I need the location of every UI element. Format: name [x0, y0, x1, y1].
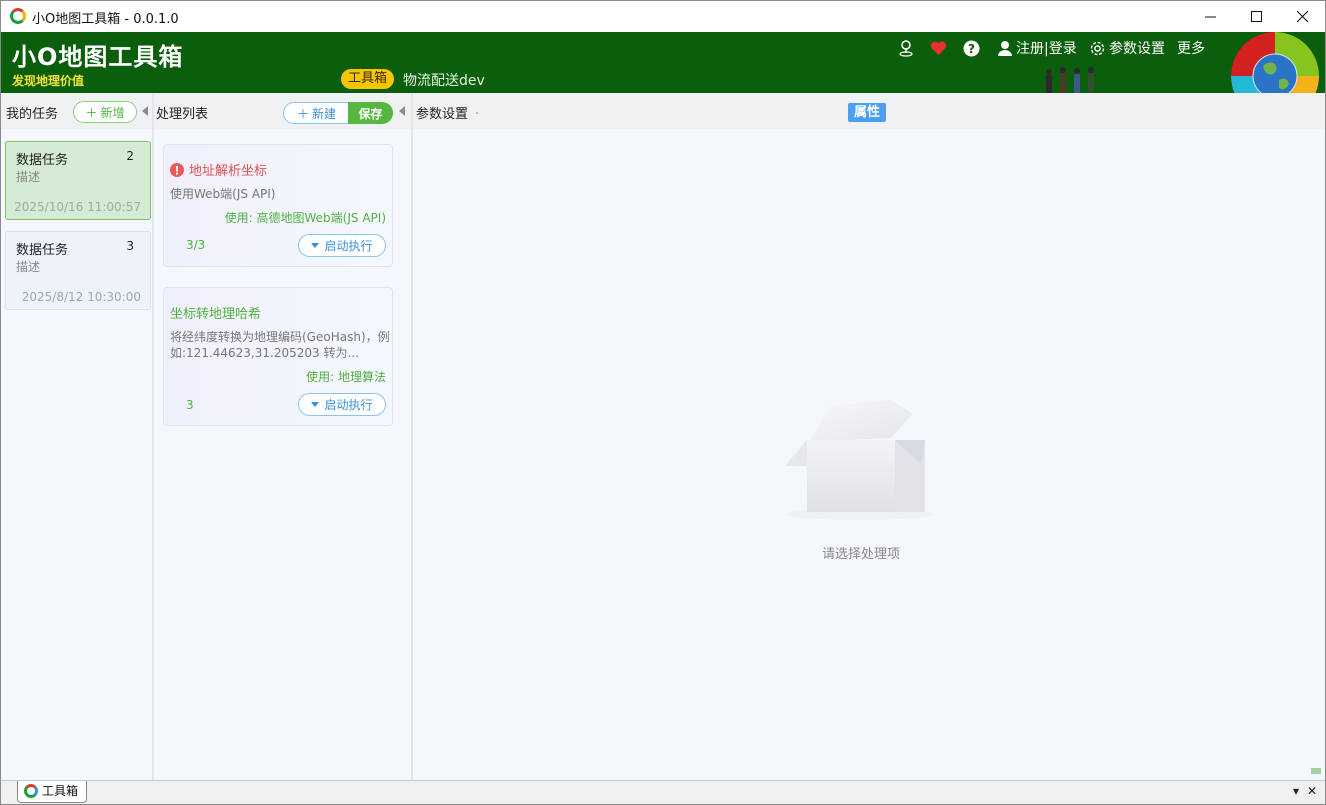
app-logo-icon — [10, 8, 26, 24]
app-slogan: 发现地理价值 — [12, 74, 85, 88]
save-button[interactable]: 保存 — [348, 102, 393, 124]
process-count: 3 — [186, 398, 194, 412]
login-button[interactable]: 注册|登录 — [997, 37, 1077, 59]
favorite-button[interactable] — [930, 37, 947, 59]
task-desc: 描述 — [16, 170, 41, 184]
process-panel-title: 处理列表 — [156, 107, 209, 122]
settings-label: 参数设置 — [1109, 41, 1165, 57]
empty-box-icon — [785, 400, 933, 520]
app-name: 小O地图工具箱 — [12, 43, 184, 71]
collapse-tasks-icon[interactable] — [142, 106, 148, 116]
title-bar: 小O地图工具箱 - 0.0.1.0 — [1, 1, 1325, 32]
status-indicator — [1311, 768, 1321, 774]
tasks-toolbar: 我的任务 ＋新增 — [1, 93, 153, 129]
tab-list-dropdown-icon[interactable]: ▾ — [1293, 784, 1299, 798]
add-task-label: 新增 — [100, 105, 125, 120]
process-toolbar: 处理列表 ＋新建 保存 — [154, 93, 412, 129]
globe-logo-icon — [1231, 32, 1319, 93]
dropdown-arrow-icon — [311, 243, 320, 248]
people-illustration-icon — [1046, 67, 1094, 93]
task-date: 2025/10/16 11:00:57 — [14, 200, 141, 214]
close-tab-icon[interactable]: ✕ — [1307, 784, 1317, 798]
collapse-process-icon[interactable] — [399, 106, 405, 116]
params-panel-title: 参数设置 — [416, 107, 469, 122]
process-title: 坐标转地理哈希 — [170, 303, 261, 322]
task-desc: 描述 — [16, 260, 41, 274]
gear-icon — [1090, 41, 1105, 55]
process-count: 3/3 — [186, 238, 206, 252]
process-card-1[interactable]: 地址解析坐标 使用Web端(JS API) 使用: 高德地图Web端(JS AP… — [163, 144, 393, 267]
settings-button[interactable]: 参数设置 — [1089, 37, 1165, 59]
location-pin-icon — [899, 40, 913, 57]
app-window: 小O地图工具箱 - 0.0.1.0 小O地图工具箱 发现地理价值 工具箱 物流配… — [0, 0, 1326, 805]
minimize-button[interactable] — [1187, 1, 1233, 32]
task-date: 2025/8/12 10:30:00 — [21, 290, 141, 304]
minimize-icon — [1204, 16, 1216, 18]
tab-toolbox[interactable]: 工具箱 — [17, 781, 88, 803]
close-icon — [1296, 11, 1308, 22]
more-button[interactable]: 更多 — [1177, 37, 1205, 59]
params-panel — [413, 129, 1325, 780]
task-count: 2 — [126, 149, 134, 163]
user-icon — [998, 41, 1012, 56]
task-title: 数据任务 — [16, 243, 69, 258]
tasks-list: 数据任务 2 描述 2025/10/16 11:00:57 数据任务 3 描述 … — [1, 129, 152, 780]
location-button[interactable] — [898, 37, 914, 59]
task-title: 数据任务 — [16, 153, 69, 168]
process-title: 地址解析坐标 — [170, 160, 267, 179]
properties-tab[interactable]: 属性 — [848, 103, 887, 122]
window-title: 小O地图工具箱 - 0.0.1.0 — [32, 12, 179, 27]
maximize-icon — [1250, 11, 1262, 22]
dropdown-arrow-icon — [311, 402, 320, 407]
error-icon — [170, 162, 184, 177]
tasks-panel-title: 我的任务 — [6, 107, 59, 122]
process-title-text: 地址解析坐标 — [189, 164, 268, 179]
maximize-button[interactable] — [1233, 1, 1279, 32]
toolbox-tab-icon — [24, 784, 38, 798]
svg-text:?: ? — [968, 42, 975, 56]
bottom-tab-bar: 工具箱 ▾ ✕ — [1, 780, 1325, 804]
task-item-1[interactable]: 数据任务 2 描述 2025/10/16 11:00:57 — [5, 141, 151, 220]
add-task-button[interactable]: ＋新增 — [73, 101, 137, 123]
plus-icon: ＋ — [296, 106, 309, 121]
tab-toolbox-label: 工具箱 — [42, 784, 79, 798]
help-button[interactable]: ? — [963, 37, 980, 59]
app-header: 小O地图工具箱 发现地理价值 工具箱 物流配送dev ? 注册|登录 参数设置 … — [1, 32, 1325, 93]
current-module-tag[interactable]: 工具箱 — [341, 69, 395, 89]
process-uses: 使用: 高德地图Web端(JS API) — [224, 211, 386, 225]
help-icon: ? — [963, 40, 980, 56]
run-button[interactable]: 启动执行 — [298, 234, 386, 257]
project-name[interactable]: 物流配送dev — [403, 70, 485, 90]
plus-icon: ＋ — [85, 105, 98, 120]
process-desc: 将经纬度转换为地理编码(GeoHash)，例如:121.44623,31.205… — [170, 330, 390, 360]
process-title-text: 坐标转地理哈希 — [170, 307, 262, 322]
more-label: 更多 — [1177, 41, 1205, 57]
run-label: 启动执行 — [324, 239, 373, 253]
process-uses: 使用: 地理算法 — [306, 370, 386, 384]
task-item-2[interactable]: 数据任务 3 描述 2025/8/12 10:30:00 — [5, 231, 151, 310]
close-button[interactable] — [1279, 1, 1325, 32]
new-process-label: 新建 — [312, 106, 337, 121]
run-button[interactable]: 启动执行 — [298, 393, 386, 416]
task-count: 3 — [126, 239, 134, 253]
params-panel-dot: . — [475, 103, 480, 118]
new-process-button[interactable]: ＋新建 — [283, 102, 349, 124]
heart-icon — [930, 41, 947, 55]
run-label: 启动执行 — [324, 398, 373, 412]
empty-hint: 请选择处理项 — [821, 547, 900, 562]
process-card-2[interactable]: 坐标转地理哈希 将经纬度转换为地理编码(GeoHash)，例如:121.4462… — [163, 287, 393, 426]
login-label: 注册|登录 — [1016, 41, 1077, 57]
process-desc: 使用Web端(JS API) — [170, 187, 276, 201]
